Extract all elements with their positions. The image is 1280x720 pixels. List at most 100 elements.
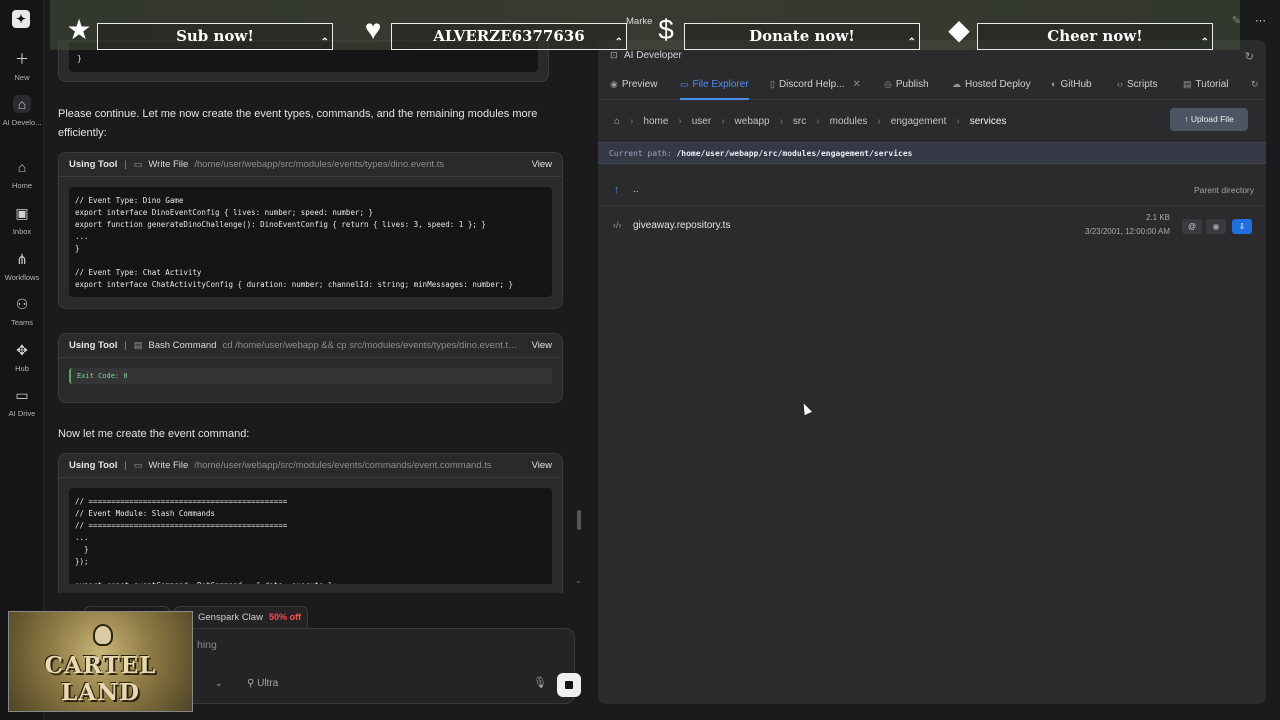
rail-label: AI Develo...	[2, 118, 42, 127]
cloud-icon: ☁	[952, 79, 961, 89]
upload-label: Upload File	[1190, 114, 1234, 124]
folder-icon: ▭	[680, 79, 689, 89]
chevron-right-icon: ›	[956, 115, 960, 127]
promo-label: Genspark Claw	[198, 612, 263, 623]
refresh-icon: ↻	[1251, 79, 1259, 89]
chevron-up-icon: ⌃	[320, 37, 329, 48]
panel-tabs: ◉ Preview ▭ File Explorer ▯ Discord Help...…	[598, 70, 1266, 100]
current-path-label: Current path:	[609, 149, 672, 158]
hub-icon: ✥	[16, 342, 28, 358]
chevron-up-icon: ⌃	[907, 37, 916, 48]
upload-file-button[interactable]: ↑ Upload File	[1170, 108, 1248, 131]
rail-label: Home	[11, 181, 32, 190]
rail-label: Inbox	[12, 227, 32, 236]
chevron-up-icon: ⌃	[614, 37, 623, 48]
assistant-message: Now let me create the event command:	[58, 428, 250, 440]
rail-label: Workflows	[4, 273, 40, 282]
rail-item-inbox[interactable]: ▣ Inbox	[0, 204, 44, 236]
tool-using-label: Using Tool	[69, 159, 118, 170]
view-button[interactable]: View	[532, 460, 552, 471]
dollar-icon: $	[658, 14, 674, 45]
home-icon[interactable]: ⌂	[614, 116, 620, 127]
tool-header: Using Tool | ▤ Bash Command cd /home/use…	[59, 334, 562, 358]
tab-tutorial[interactable]: ▤ Tutorial	[1183, 79, 1229, 90]
ultra-mode-button[interactable]: ⚲ Ultra	[247, 678, 278, 689]
breadcrumb-item[interactable]: modules	[830, 116, 868, 127]
banner-label: Sub now!	[176, 27, 254, 45]
tab-label: Scripts	[1127, 79, 1158, 90]
rail-label: AI Drive	[8, 409, 36, 418]
breadcrumb-item[interactable]: user	[692, 116, 711, 127]
tab-hosted-deploy[interactable]: ☁ Hosted Deploy	[952, 79, 1031, 90]
tab-preview[interactable]: ◉ Preview	[610, 79, 657, 90]
github-icon: ◐	[1051, 79, 1057, 89]
promo-discount: 50% off	[268, 612, 301, 622]
stream-logo-overlay: CARTEL LAND	[8, 611, 193, 712]
chevron-right-icon: ›	[816, 115, 820, 127]
current-path-bar: Current path: /home/user/webapp/src/modu…	[598, 142, 1266, 164]
assistant-message: Please continue. Let me now create the e…	[58, 108, 538, 139]
exit-code: Exit Code: 0	[69, 368, 552, 384]
promo-tab[interactable]: Genspark Claw 50% off	[174, 606, 308, 628]
mention-icon[interactable]: @	[1182, 219, 1202, 234]
tool-call-bash: Using Tool | ▤ Bash Command cd /home/use…	[58, 333, 563, 403]
microphone-icon[interactable]: 🎙	[533, 676, 547, 689]
ai-developer-icon: ⌂	[13, 95, 31, 113]
donor-banner: ALVERZE6377636 ⌃	[391, 23, 627, 50]
rail-item-new[interactable]: ＋ New	[0, 50, 44, 82]
book-icon: ▤	[1183, 79, 1192, 89]
arrow-up-icon: ↑	[614, 184, 620, 196]
parent-directory-row[interactable]: ↑ .. Parent directory	[598, 176, 1266, 206]
refresh-icon[interactable]: ↻	[1245, 50, 1254, 63]
breadcrumb-current: services	[969, 115, 1007, 127]
ultra-label: Ultra	[257, 678, 279, 689]
rail-item-home[interactable]: ⌂ Home	[0, 158, 44, 190]
rail-item-ai-developer[interactable]: ⌂ AI Develo...	[0, 95, 44, 127]
tool-name: Write File	[148, 159, 189, 170]
chevron-down-icon[interactable]: ⌄	[575, 576, 582, 585]
tab-more[interactable]: ↻	[1251, 79, 1263, 90]
rail-item-teams[interactable]: ⚇ Teams	[0, 295, 44, 327]
chevron-down-icon[interactable]: ⌄	[215, 678, 223, 689]
rail-item-hub[interactable]: ✥ Hub	[0, 341, 44, 373]
link-icon: ⚲	[247, 678, 258, 689]
app-logo-icon[interactable]: ✦	[12, 10, 30, 28]
file-size: 2.1 KB	[1145, 213, 1170, 222]
tool-call-write-file: Using Tool | ▭ Write File /home/user/web…	[58, 453, 563, 593]
document-icon: ▯	[770, 79, 775, 89]
file-name[interactable]: giveaway.repository.ts	[633, 220, 730, 231]
close-icon[interactable]: ✕	[853, 79, 861, 90]
tab-github[interactable]: ◐ GitHub	[1051, 79, 1092, 90]
eye-icon: ◉	[610, 79, 618, 89]
tab-publish[interactable]: ◎ Publish	[884, 79, 929, 90]
tab-file-explorer[interactable]: ▭ File Explorer	[680, 79, 749, 100]
rail-label: Teams	[10, 318, 34, 327]
eye-icon[interactable]: ◉	[1206, 219, 1226, 234]
sub-now-banner: Sub now! ⌃	[97, 23, 333, 50]
more-icon[interactable]: ⋯	[1255, 15, 1266, 27]
tool-name: Write File	[148, 460, 189, 471]
tool-separator: |	[124, 460, 127, 471]
view-button[interactable]: View	[532, 159, 552, 170]
breadcrumb-item[interactable]: engagement	[891, 116, 947, 127]
breadcrumb-item[interactable]: webapp	[735, 116, 770, 127]
stop-button[interactable]	[557, 673, 581, 697]
tab-label: Publish	[895, 79, 929, 90]
file-icon: ▭	[133, 460, 143, 470]
download-icon[interactable]: ⇩	[1232, 219, 1252, 234]
tab-label: Tutorial	[1195, 79, 1229, 90]
star-icon: ★	[66, 14, 92, 45]
breadcrumb-item[interactable]: src	[793, 116, 806, 127]
rail-item-workflows[interactable]: ⋔ Workflows	[0, 250, 44, 282]
chat-scrollbar[interactable]	[577, 510, 581, 530]
skull-icon	[93, 624, 113, 646]
chevron-right-icon: ›	[678, 115, 682, 127]
file-row[interactable]: ‹/› giveaway.repository.ts 2.1 KB 3/23/2…	[598, 208, 1266, 244]
breadcrumb-item[interactable]: home	[643, 116, 668, 127]
tab-discord-help[interactable]: ▯ Discord Help... ✕	[770, 79, 861, 90]
rail-item-ai-drive[interactable]: ▭ AI Drive	[0, 386, 44, 418]
view-button[interactable]: View	[532, 340, 552, 351]
tool-path: cd /home/user/webapp && cp src/modules/e…	[222, 340, 522, 351]
tool-path: /home/user/webapp/src/modules/events/typ…	[194, 159, 445, 170]
tab-scripts[interactable]: ‹› Scripts	[1117, 79, 1158, 90]
